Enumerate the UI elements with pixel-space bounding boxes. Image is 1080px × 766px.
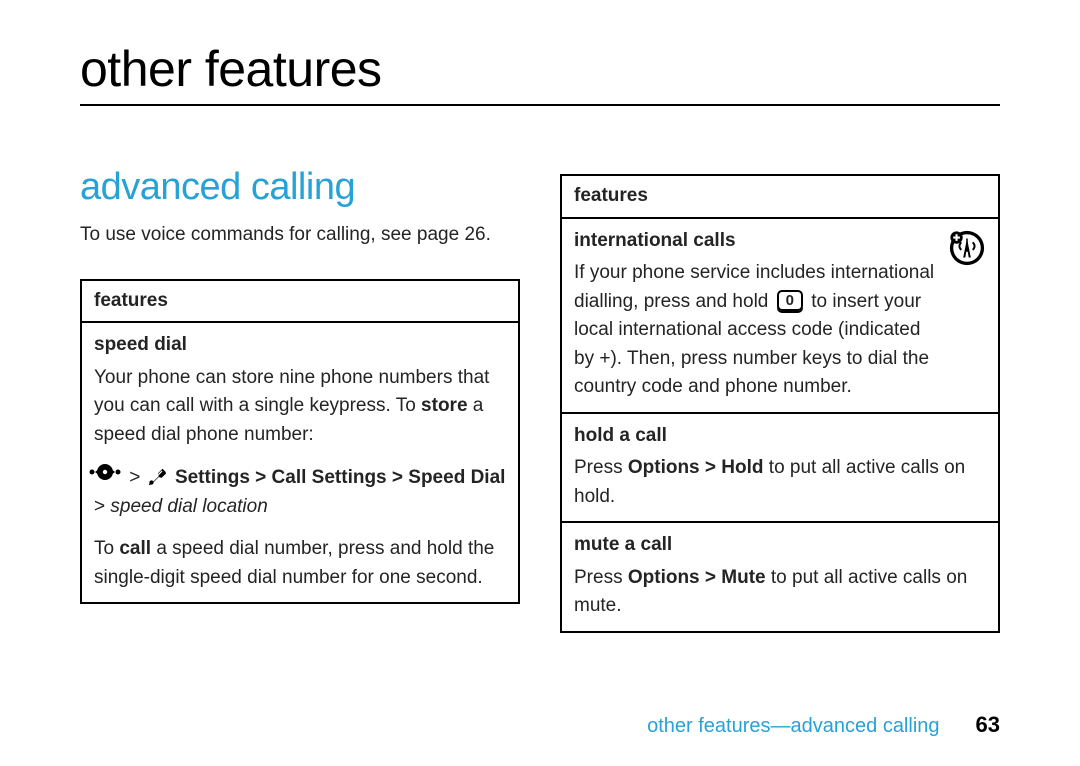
- content-columns: advanced calling To use voice commands f…: [80, 166, 1000, 633]
- nav-settings: Settings: [175, 467, 250, 488]
- nav-sep1: >: [124, 467, 146, 488]
- mute-a: Press: [574, 567, 628, 588]
- feature-mute-call: mute a call Press Options > Mute to put …: [562, 523, 998, 631]
- speed-dial-desc: Your phone can store nine phone numbers …: [94, 367, 489, 445]
- nav-path: > Settings > Call Settings > Speed Dial …: [94, 463, 506, 521]
- mute-sep: >: [700, 567, 722, 588]
- hold-title: hold a call: [574, 422, 986, 451]
- speed-dial-title: speed dial: [94, 331, 506, 360]
- nav-location-italic: speed dial location: [110, 496, 267, 517]
- intl-desc: If your phone service includes internati…: [574, 262, 934, 397]
- call-bold: call: [119, 538, 151, 559]
- mute-title: mute a call: [574, 531, 986, 560]
- mute-kw1: Options: [628, 567, 700, 588]
- speed-dial-call-desc: To call a speed dial number, press and h…: [94, 538, 494, 588]
- hold-kw2: Hold: [721, 457, 763, 478]
- page-title: other features: [80, 40, 1000, 98]
- features-box-header-right: features: [562, 176, 998, 219]
- nav-call-settings: Call Settings: [272, 467, 387, 488]
- hold-sep: >: [700, 457, 722, 478]
- key-zero-icon: 0: [777, 290, 803, 311]
- feature-hold-call: hold a call Press Options > Hold to put …: [562, 414, 998, 524]
- intro-text-a: To use voice commands for calling, see p…: [80, 224, 464, 245]
- nav-sep3: >: [387, 467, 409, 488]
- intro-paragraph: To use voice commands for calling, see p…: [80, 221, 520, 249]
- manual-page: other features advanced calling To use v…: [0, 0, 1080, 766]
- title-rule: [80, 104, 1000, 106]
- features-box-header: features: [82, 281, 518, 324]
- hold-desc: Press Options > Hold to put all active c…: [574, 457, 965, 507]
- page-footer: other features—advanced calling 63: [80, 712, 1000, 738]
- feature-international-calls: international calls If your phone servic…: [562, 219, 998, 414]
- intl-title: international calls: [574, 227, 942, 256]
- nav-sep4: >: [94, 496, 110, 517]
- call-a: To: [94, 538, 119, 559]
- network-service-icon: [948, 229, 986, 267]
- hold-kw1: Options: [628, 457, 700, 478]
- intro-page-ref: 26: [464, 224, 485, 245]
- page-number: 63: [976, 712, 1000, 738]
- speed-dial-desc-bold: store: [421, 395, 467, 416]
- nav-sep2: >: [250, 467, 272, 488]
- mute-kw2: Mute: [721, 567, 765, 588]
- section-heading: advanced calling: [80, 166, 520, 209]
- feature-speed-dial: speed dial Your phone can store nine pho…: [82, 323, 518, 602]
- hold-a: Press: [574, 457, 628, 478]
- footer-breadcrumb: other features—advanced calling: [647, 715, 939, 738]
- intro-text-b: .: [486, 224, 491, 245]
- right-column: features: [560, 166, 1000, 633]
- nav-speed-dial: Speed Dial: [408, 467, 505, 488]
- toolkit-icon: [146, 466, 168, 488]
- call-b: a speed dial number, press and hold the …: [94, 538, 494, 588]
- mute-desc: Press Options > Mute to put all active c…: [574, 567, 967, 617]
- left-column: advanced calling To use voice commands f…: [80, 166, 520, 633]
- features-box-right: features: [560, 174, 1000, 633]
- center-key-icon: [94, 463, 124, 483]
- features-box-left: features speed dial Your phone can store…: [80, 279, 520, 605]
